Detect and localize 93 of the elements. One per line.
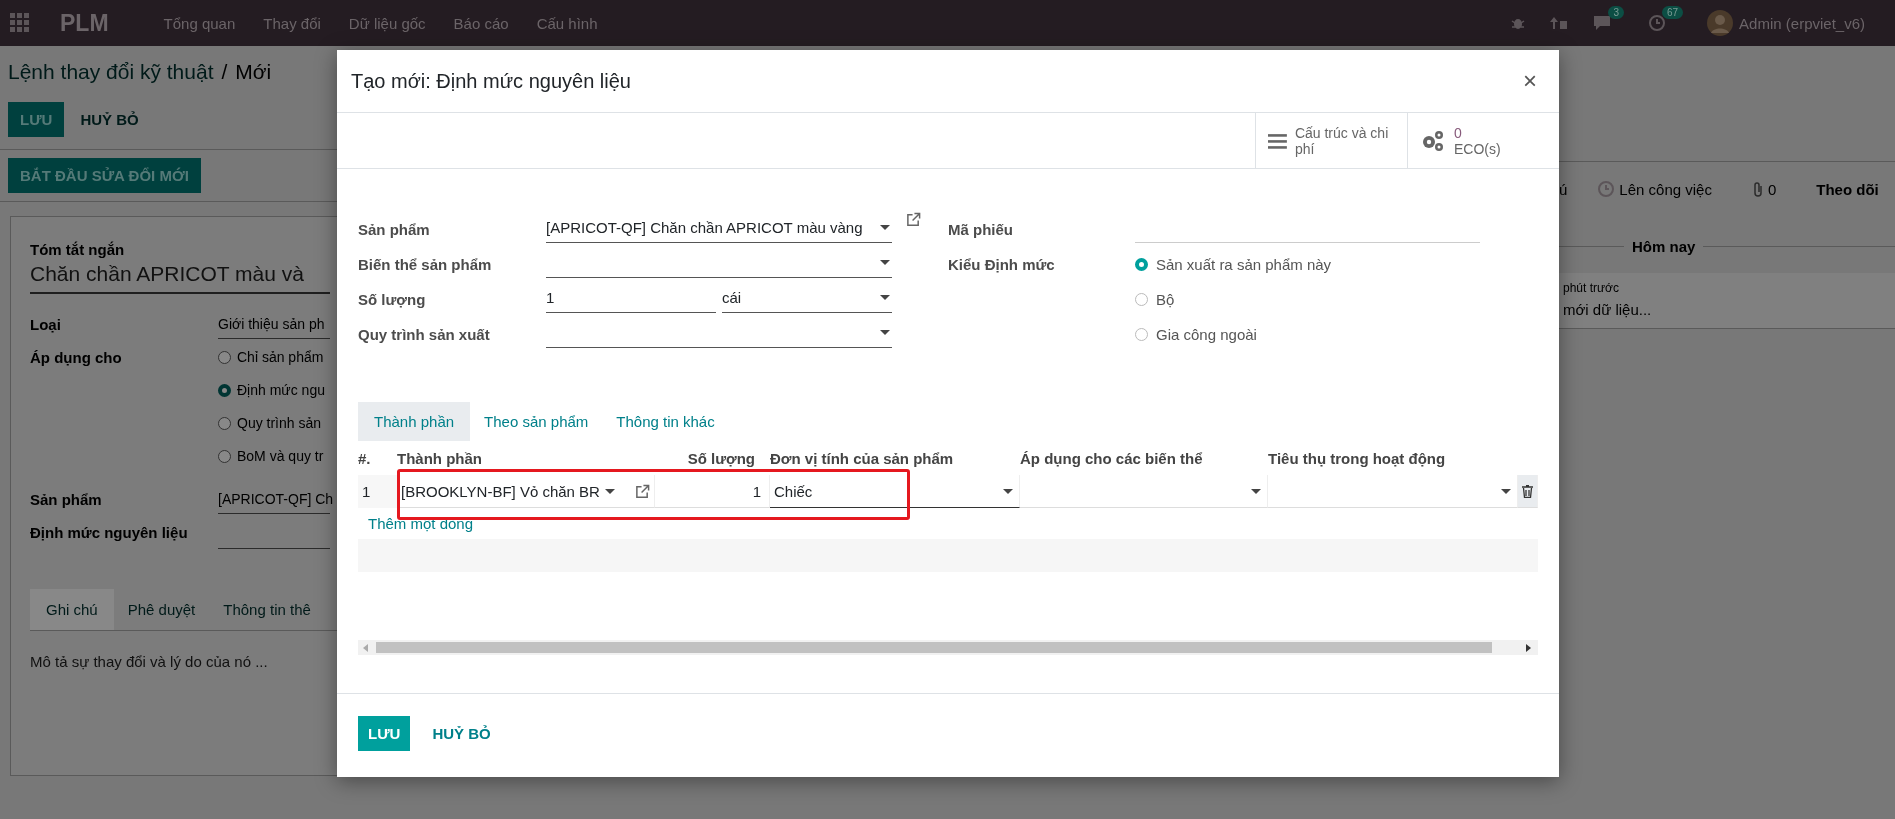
summary-field[interactable]: Chăn chần APRICOT màu và	[30, 258, 330, 294]
tab[interactable]: Phê duyệt	[113, 589, 210, 630]
gears-icon	[1420, 128, 1446, 153]
radio-label: Định mức ngu	[237, 382, 325, 398]
tab[interactable]: Theo sản phẩm	[470, 402, 603, 441]
scroll-right-icon[interactable]	[1524, 643, 1532, 652]
caret-icon[interactable]	[880, 224, 890, 230]
field-label: Quy trình sản xuất	[358, 326, 491, 343]
follow-button[interactable]: Theo dõi	[1816, 180, 1879, 198]
column-header[interactable]: #.	[358, 441, 397, 475]
trash-icon[interactable]	[1522, 484, 1533, 498]
tab[interactable]: Thông tin thê	[209, 589, 325, 630]
caret-icon[interactable]	[1501, 488, 1511, 494]
menu-item[interactable]: Thay đổi	[263, 14, 321, 32]
new-revision-button[interactable]: BẮT ĐẦU SỬA ĐỔI MỚI	[8, 158, 201, 193]
type-field[interactable]: Giới thiệu sản ph	[218, 316, 330, 339]
field-label: Áp dụng cho	[30, 349, 123, 366]
menu-item[interactable]: Tổng quan	[163, 14, 236, 32]
field-label: Mã phiếu	[948, 221, 1014, 238]
column-header[interactable]: Tiêu thụ trong hoạt động	[1268, 441, 1518, 475]
select-field[interactable]: [APRICOT-QF] Chăn chần APRICOT màu vàng	[546, 212, 892, 243]
schedule-activity-button[interactable]: Lên công việc	[1619, 180, 1712, 198]
breadcrumb-separator: /	[221, 60, 228, 85]
caret-icon[interactable]	[880, 329, 890, 335]
radio-button[interactable]	[218, 350, 231, 364]
field-label: Tóm tắt ngắn	[30, 241, 126, 258]
unit-select[interactable]: Chiếc	[770, 475, 1020, 508]
chatter-button[interactable]: ú	[1559, 180, 1568, 198]
column-header[interactable]: Số lượng	[655, 441, 770, 475]
message-text: mới dữ liệu...	[1563, 301, 1653, 318]
caret-icon[interactable]	[880, 294, 890, 300]
toolbar-icon[interactable]	[1550, 15, 1569, 31]
apps-menu-icon[interactable]	[10, 13, 30, 33]
tab[interactable]: Thành phần	[358, 402, 471, 441]
radio-button[interactable]	[218, 449, 231, 463]
dialog-title: Tạo mới: Định mức nguyên liệu	[351, 69, 632, 93]
stat-button[interactable]: 0 ECO(s)	[1407, 113, 1559, 168]
breadcrumb-link[interactable]: Lệnh thay đổi kỹ thuật	[8, 60, 214, 90]
unit-select[interactable]: cái	[722, 282, 892, 313]
quantity-field[interactable]: 1	[655, 475, 770, 508]
external-link-icon[interactable]	[906, 212, 921, 227]
date-divider: Hôm nay	[1632, 238, 1696, 255]
paperclip-icon[interactable]	[1751, 181, 1764, 197]
save-button[interactable]: LƯU	[8, 102, 65, 137]
radio-label: Sản xuất ra sản phẩm này	[1156, 256, 1332, 273]
chat-icon[interactable]	[1592, 14, 1613, 32]
save-button[interactable]: LƯU	[358, 716, 411, 751]
radio-button[interactable]	[218, 416, 231, 430]
messages-badge: 3	[1608, 6, 1624, 19]
external-link-icon[interactable]	[635, 483, 650, 499]
radio-label: Chỉ sản phẩm	[237, 349, 324, 365]
tab[interactable]: Thông tin khác	[602, 402, 729, 441]
add-line-link[interactable]: Thêm một dòng	[358, 508, 484, 539]
radio-label: Bộ	[1156, 291, 1175, 308]
product-field[interactable]: [APRICOT-QF] Ch	[218, 491, 330, 514]
component-field[interactable]: [BROOKLYN-BF] Vỏ chăn BR	[397, 475, 655, 508]
activities-badge: 67	[1662, 6, 1684, 19]
field-label: Kiểu Định mức	[948, 256, 1056, 273]
menu-item[interactable]: Dữ liệu gốc	[348, 14, 426, 32]
radio-button[interactable]	[218, 383, 231, 397]
column-header[interactable]: Thành phần	[397, 441, 655, 475]
field-label: Sản phẩm	[358, 221, 431, 238]
radio-label: Gia công ngoài	[1156, 326, 1257, 343]
field-label: Biến thể sản phẩm	[358, 256, 493, 273]
menu-item[interactable]: Báo cáo	[453, 14, 509, 32]
scroll-left-icon[interactable]	[362, 643, 370, 652]
field-label: Định mức nguyên liệu	[30, 524, 189, 541]
radio-button[interactable]	[1135, 258, 1148, 271]
close-button[interactable]: ×	[1517, 66, 1543, 96]
radio-label: Quy trình sản	[237, 415, 322, 431]
menu-item[interactable]: Cấu hình	[536, 14, 598, 32]
caret-icon[interactable]	[605, 488, 615, 494]
clock-icon[interactable]	[1648, 14, 1666, 32]
radio-label: BoM và quy tr	[237, 448, 324, 464]
caret-icon[interactable]	[1003, 488, 1013, 494]
tab[interactable]: Ghi chú	[30, 589, 114, 630]
horizontal-scrollbar[interactable]	[358, 640, 1538, 655]
breadcrumb-current: Mới	[235, 60, 272, 85]
field-label: Sản phẩm	[30, 491, 103, 508]
app-name[interactable]: PLM	[60, 9, 109, 37]
avatar-icon[interactable]	[1707, 10, 1734, 36]
caret-icon[interactable]	[1251, 488, 1261, 494]
column-header[interactable]: Áp dụng cho các biến thể	[1020, 441, 1268, 475]
discard-button[interactable]: HUỶ BỎ	[78, 102, 141, 137]
attachment-count[interactable]: 0	[1767, 180, 1777, 198]
quantity-field[interactable]: 1	[546, 282, 716, 313]
field-label: Số lượng	[358, 291, 427, 308]
user-name[interactable]: Admin (erpviet_v6)	[1739, 14, 1865, 32]
discard-button[interactable]: HUỶ BỎ	[426, 724, 497, 743]
field-label: Loại	[30, 316, 62, 333]
message-time: phút trước	[1563, 281, 1620, 295]
caret-icon[interactable]	[880, 259, 890, 265]
column-header[interactable]: Đơn vị tính của sản phẩm	[770, 441, 1020, 475]
